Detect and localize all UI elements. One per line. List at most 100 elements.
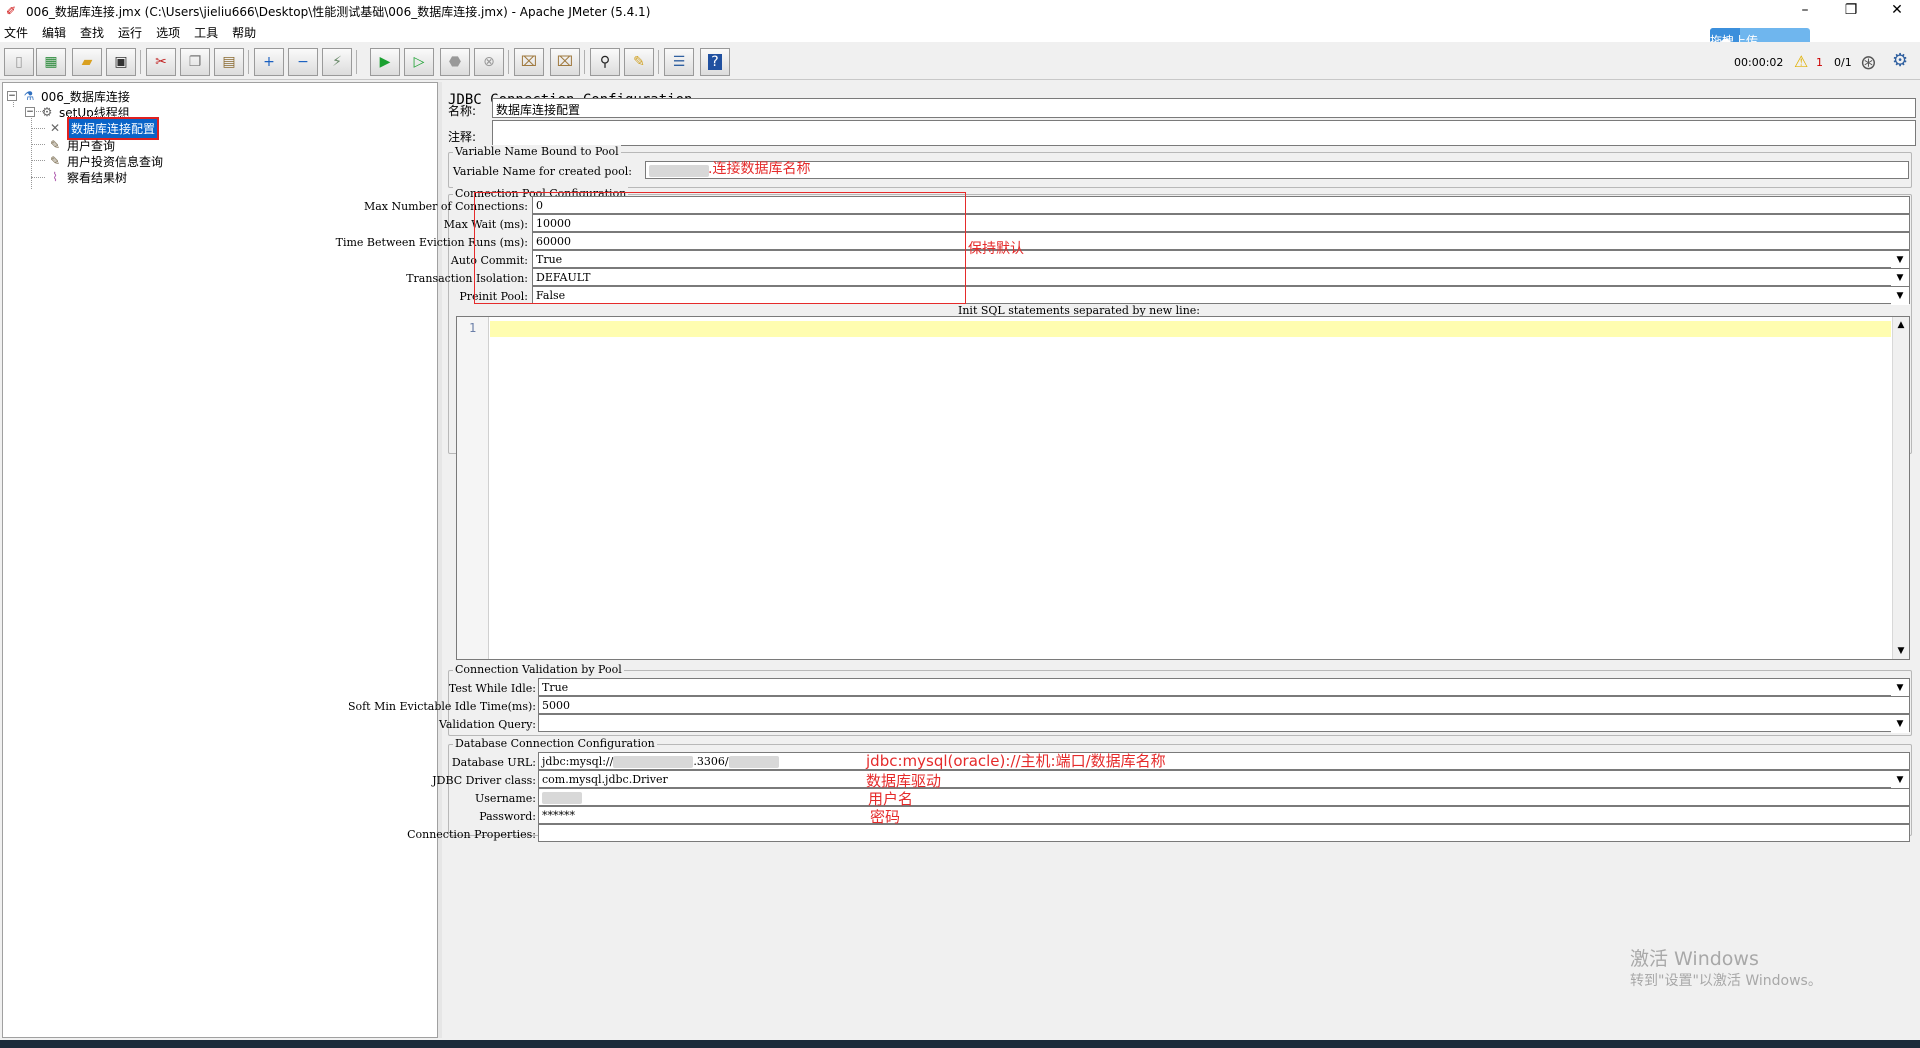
copy-icon[interactable]: ❐: [180, 48, 210, 76]
menu-edit[interactable]: 编辑: [42, 24, 66, 41]
menu-run[interactable]: 运行: [118, 24, 142, 41]
validation-query-select[interactable]: ▼: [538, 714, 1910, 733]
redacted-value: [728, 756, 779, 768]
url-prefix: jdbc:mysql://: [542, 755, 614, 768]
config-element-icon: ✕: [49, 121, 61, 135]
taskbar: [0, 1040, 1920, 1048]
annotation-box: [474, 192, 966, 304]
variable-name-input[interactable]: [645, 161, 1909, 179]
dropdown-arrow-icon[interactable]: ▼: [1891, 269, 1909, 287]
toolbar: ▯ ▦ ▰ ▣ ✂ ❐ ▤ + − ⚡ ▶ ▷ ⬣ ⊗ ⌧ ⌧ ⚲ ✎ ☰ ? …: [0, 42, 1920, 80]
shutdown-icon[interactable]: ⊗: [474, 48, 504, 76]
tree-node-label: 006_数据库连接: [41, 89, 130, 104]
log-viewer-icon[interactable]: ⚙: [1892, 50, 1908, 71]
database-url-input[interactable]: jdbc:mysql:// .3306/: [538, 752, 1910, 770]
password-input[interactable]: ******: [538, 806, 1910, 824]
database-url-label: Database URL:: [451, 756, 536, 769]
maximize-button[interactable]: ❐: [1828, 0, 1874, 22]
new-icon[interactable]: ▯: [4, 48, 34, 76]
collapse-toggle-icon[interactable]: −: [7, 91, 17, 101]
activation-watermark-title: 激活 Windows: [1630, 948, 1759, 970]
redacted-value: [613, 756, 694, 768]
test-plan-icon: ⚗: [23, 89, 35, 103]
dropdown-arrow-icon[interactable]: ▼: [1891, 679, 1909, 697]
listener-chart-icon: ⌇: [52, 170, 58, 184]
menu-tools[interactable]: 工具: [194, 24, 218, 41]
warning-count: 1: [1816, 56, 1823, 69]
username-input[interactable]: [538, 788, 1910, 806]
redacted-value: [542, 792, 582, 804]
menu-bar: 文件 编辑 查找 运行 选项 工具 帮助: [0, 22, 1920, 42]
tree-node-jdbc-config[interactable]: ✕ 数据库连接配置: [47, 115, 161, 141]
sampler-icon: ✎: [49, 154, 61, 168]
name-input[interactable]: 数据库连接配置: [492, 98, 1916, 118]
save-icon[interactable]: ▣: [106, 48, 136, 76]
expand-icon[interactable]: +: [254, 48, 284, 76]
driver-class-label: JDBC Driver class:: [432, 774, 536, 787]
collapse-toggle-icon[interactable]: −: [25, 107, 35, 117]
name-label: 名称:: [448, 104, 477, 118]
function-helper-icon[interactable]: ☰: [664, 48, 694, 76]
templates-icon[interactable]: ▦: [36, 48, 66, 76]
tree-node-label: 用户投资信息查询: [67, 154, 164, 169]
menu-options[interactable]: 选项: [156, 24, 180, 41]
start-icon[interactable]: ▶: [370, 48, 400, 76]
clear-icon[interactable]: ⌧: [514, 48, 544, 76]
scroll-up-icon[interactable]: ▲: [1893, 317, 1909, 333]
paste-icon[interactable]: ▤: [214, 48, 244, 76]
validation-query-label: Validation Query:: [438, 718, 536, 731]
connection-properties-input[interactable]: [538, 824, 1910, 842]
test-while-idle-select[interactable]: True ▼: [538, 678, 1910, 697]
help-icon[interactable]: ?: [700, 48, 730, 76]
warning-icon[interactable]: ⚠: [1794, 52, 1808, 71]
validation-group-title: Connection Validation by Pool: [453, 663, 624, 676]
search-icon[interactable]: ⚲: [590, 48, 620, 76]
collapse-icon[interactable]: −: [288, 48, 318, 76]
minimize-button[interactable]: –: [1782, 0, 1828, 22]
init-sql-editor[interactable]: 1 ▲ ▼: [456, 316, 1910, 660]
url-port: .3306/: [693, 755, 729, 768]
username-label: Username:: [475, 792, 536, 805]
password-label: Password:: [479, 810, 536, 823]
start-no-timers-icon[interactable]: ▷: [404, 48, 434, 76]
redacted-value: [649, 165, 709, 177]
variable-group: Variable Name Bound to Pool Variable Nam…: [448, 145, 1912, 188]
driver-class-value: com.mysql.jdbc.Driver: [542, 773, 668, 786]
open-icon[interactable]: ▰: [72, 48, 102, 76]
toggle-icon[interactable]: ⚡: [322, 48, 352, 76]
test-plan-tree: − ⚗ 006_数据库连接 − ⚙ setUp线程组 ✕ 数据库连接配置 ✎ 用…: [2, 82, 438, 1038]
menu-file[interactable]: 文件: [4, 24, 28, 41]
driver-class-select[interactable]: com.mysql.jdbc.Driver ▼: [538, 770, 1910, 789]
dropdown-arrow-icon[interactable]: ▼: [1891, 715, 1909, 733]
menu-search[interactable]: 查找: [80, 24, 104, 41]
test-while-idle-label: Test While Idle:: [448, 682, 536, 695]
clear-all-icon[interactable]: ⌧: [550, 48, 580, 76]
close-button[interactable]: ✕: [1874, 0, 1920, 22]
scroll-down-icon[interactable]: ▼: [1893, 643, 1909, 659]
stop-icon[interactable]: ⬣: [440, 48, 470, 76]
menu-help[interactable]: 帮助: [232, 24, 256, 41]
line-number: 1: [469, 321, 477, 335]
cut-icon[interactable]: ✂: [146, 48, 176, 76]
running-indicator-icon: ⊛: [1860, 50, 1877, 74]
db-group-title: Database Connection Configuration: [453, 737, 657, 750]
jmeter-feather-icon: ✐: [6, 4, 17, 18]
editor-scrollbar[interactable]: ▲ ▼: [1892, 317, 1909, 659]
dropdown-arrow-icon[interactable]: ▼: [1891, 771, 1909, 789]
variable-group-title: Variable Name Bound to Pool: [453, 145, 621, 158]
tree-node-label: 用户查询: [67, 138, 116, 153]
reset-search-icon[interactable]: ✎: [624, 48, 654, 76]
line-gutter: 1: [457, 317, 489, 659]
soft-min-idle-input[interactable]: 5000: [538, 696, 1910, 714]
activation-watermark-subtitle: 转到"设置"以激活 Windows。: [1630, 973, 1822, 989]
tree-node-results-tree[interactable]: ⌇ 察看结果树: [47, 168, 127, 186]
tree-node-label: 察看结果树: [67, 170, 128, 185]
current-line-highlight: [490, 321, 1891, 337]
jdbc-config-panel: JDBC Connection Configuration 名称: 数据库连接配…: [336, 82, 1918, 1038]
comment-input[interactable]: [492, 120, 1916, 146]
variable-name-label: Variable Name for created pool:: [453, 165, 632, 178]
soft-min-idle-label: Soft Min Evictable Idle Time(ms):: [347, 700, 536, 713]
dropdown-arrow-icon[interactable]: ▼: [1891, 287, 1909, 305]
dropdown-arrow-icon[interactable]: ▼: [1891, 251, 1909, 269]
connection-properties-label: Connection Properties:: [407, 828, 536, 841]
